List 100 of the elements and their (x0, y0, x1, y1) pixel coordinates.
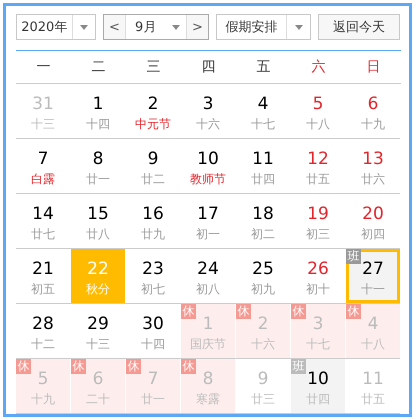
day-number: 17 (197, 203, 219, 225)
lunar-date: 白露 (31, 171, 55, 188)
lunar-date: 初四 (361, 226, 385, 243)
day-number: 1 (92, 93, 104, 115)
day-number: 19 (307, 203, 329, 225)
lunar-date: 初十 (306, 281, 330, 298)
weekday-label: 二 (92, 58, 106, 76)
back-to-today-button[interactable]: 返回今天 (318, 14, 400, 40)
lunar-date: 廿一 (86, 171, 110, 188)
day-number: 21 (32, 258, 54, 280)
day-number: 14 (32, 203, 54, 225)
weekday-label: 四 (202, 58, 216, 76)
day-number: 10 (307, 368, 329, 390)
day-number: 10 (197, 148, 219, 170)
day-cell[interactable]: 班 10 廿四 (291, 359, 345, 413)
lunar-date: 廿四 (251, 171, 275, 188)
day-number: 5 (38, 368, 48, 390)
day-cell[interactable]: 班 27 十一 (346, 249, 400, 303)
day-number: 28 (32, 313, 54, 335)
caret-icon (172, 24, 180, 30)
day-number: 1 (202, 313, 214, 335)
day-number: 2 (258, 313, 268, 335)
lunar-date: 教师节 (190, 171, 226, 188)
day-number: 7 (38, 148, 48, 170)
lunar-date: 秋分 (86, 281, 110, 298)
lunar-date: 十八 (306, 116, 330, 133)
lunar-date: 十三 (86, 336, 110, 353)
day-number: 9 (258, 368, 268, 390)
weekday-label: 六 (312, 58, 326, 76)
day-number: 7 (148, 368, 158, 390)
lunar-date: 十一 (361, 281, 385, 298)
lunar-date: 廿三 (251, 391, 275, 408)
lunar-date: 十四 (141, 336, 165, 353)
previous-month-button[interactable]: < (104, 15, 125, 39)
day-number: 20 (362, 203, 384, 225)
day-number: 3 (202, 93, 214, 115)
lunar-date: 国庆节 (190, 336, 226, 353)
lunar-date: 廿八 (86, 226, 110, 243)
lunar-date: 十六 (251, 336, 275, 353)
lunar-date: 初一 (196, 226, 220, 243)
caret-icon (80, 24, 88, 30)
rest-day-badge: 休 (346, 304, 361, 319)
lunar-date: 初二 (251, 226, 275, 243)
lunar-date: 初七 (141, 281, 165, 298)
work-day-badge: 班 (291, 359, 306, 374)
lunar-date: 廿五 (361, 391, 385, 408)
lunar-date: 初五 (31, 281, 55, 298)
lunar-date: 廿五 (306, 171, 330, 188)
day-number: 5 (312, 93, 324, 115)
holiday-select[interactable]: 假期安排 (216, 14, 311, 40)
lunar-date: 廿九 (141, 226, 165, 243)
day-number: 8 (92, 148, 104, 170)
rest-day-badge: 休 (181, 304, 196, 319)
next-month-button[interactable]: > (187, 15, 208, 39)
day-number: 18 (252, 203, 274, 225)
lunar-date: 十七 (251, 116, 275, 133)
day-number: 11 (252, 148, 274, 170)
day-number: 30 (142, 313, 164, 335)
lunar-date: 十四 (86, 116, 110, 133)
day-number: 11 (362, 368, 384, 390)
rest-day-badge: 休 (126, 359, 141, 374)
lunar-date: 廿四 (306, 391, 330, 408)
lunar-date: 十八 (361, 336, 385, 353)
day-number: 16 (142, 203, 164, 225)
lunar-date: 二十 (86, 391, 110, 408)
lunar-date: 初九 (251, 281, 275, 298)
weekday-label: 一 (36, 58, 50, 76)
lunar-date: 十六 (196, 116, 220, 133)
weekday-label: 三 (146, 58, 160, 76)
weekday-label: 五 (256, 58, 270, 76)
lunar-date: 廿七 (31, 226, 55, 243)
lunar-date: 中元节 (135, 116, 171, 133)
day-number: 31 (32, 93, 54, 115)
lunar-date: 初八 (196, 281, 220, 298)
lunar-date: 廿六 (361, 171, 385, 188)
day-number: 13 (362, 148, 384, 170)
rest-day-badge: 休 (16, 359, 31, 374)
rest-day-badge: 休 (236, 304, 251, 319)
caret-icon (294, 24, 303, 30)
day-number: 9 (148, 148, 158, 170)
day-number: 29 (87, 313, 109, 335)
lunar-date: 廿一 (141, 391, 165, 408)
work-day-badge: 班 (346, 249, 361, 264)
day-number: 25 (252, 258, 274, 280)
lunar-date: 廿二 (141, 171, 165, 188)
lunar-date: 十九 (361, 116, 385, 133)
day-number: 4 (258, 93, 268, 115)
day-number: 22 (87, 258, 109, 280)
lunar-date: 十九 (31, 391, 55, 408)
day-number: 27 (362, 258, 384, 280)
day-number: 23 (142, 258, 164, 280)
day-number: 4 (368, 313, 378, 335)
rest-day-badge: 休 (71, 359, 86, 374)
lunar-date: 十七 (306, 336, 330, 353)
day-number: 26 (307, 258, 329, 280)
day-number: 6 (368, 93, 378, 115)
day-number: 2 (148, 93, 158, 115)
day-number: 24 (197, 258, 219, 280)
day-number: 8 (202, 368, 214, 390)
year-select[interactable]: 2020年 (16, 14, 96, 40)
